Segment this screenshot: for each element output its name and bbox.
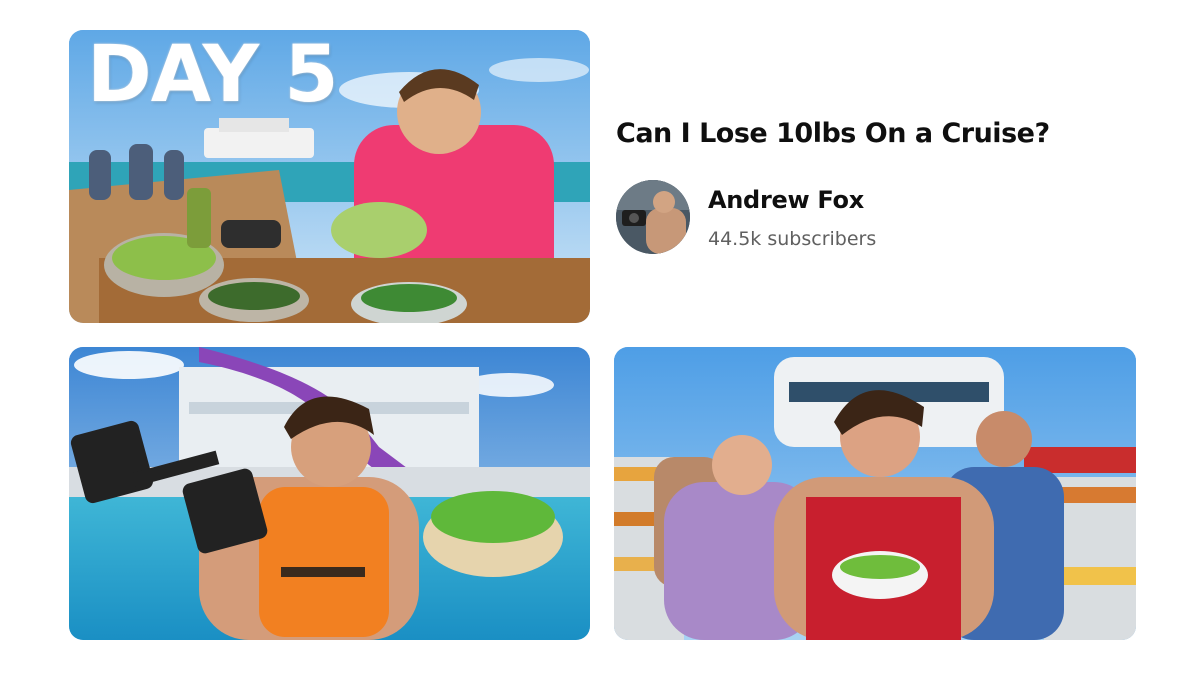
thumbnail-3-image (614, 347, 1136, 640)
avatar-image (616, 180, 690, 254)
video-thumbnail-3[interactable] (614, 347, 1136, 640)
channel-row[interactable]: Andrew Fox 44.5k subscribers (616, 180, 1176, 256)
subscriber-count: 44.5k subscribers (708, 228, 877, 250)
video-thumbnail-1[interactable]: DAY 5 (69, 30, 590, 323)
channel-name[interactable]: Andrew Fox (708, 186, 864, 214)
thumbnail-2-image (69, 347, 590, 640)
video-info: Can I Lose 10lbs On a Cruise? Andrew Fox… (616, 118, 1176, 254)
channel-avatar-icon[interactable] (616, 180, 690, 254)
video-title[interactable]: Can I Lose 10lbs On a Cruise? (616, 118, 1176, 149)
video-thumbnail-2[interactable] (69, 347, 590, 640)
thumbnail-overlay-text: DAY 5 (87, 30, 339, 120)
